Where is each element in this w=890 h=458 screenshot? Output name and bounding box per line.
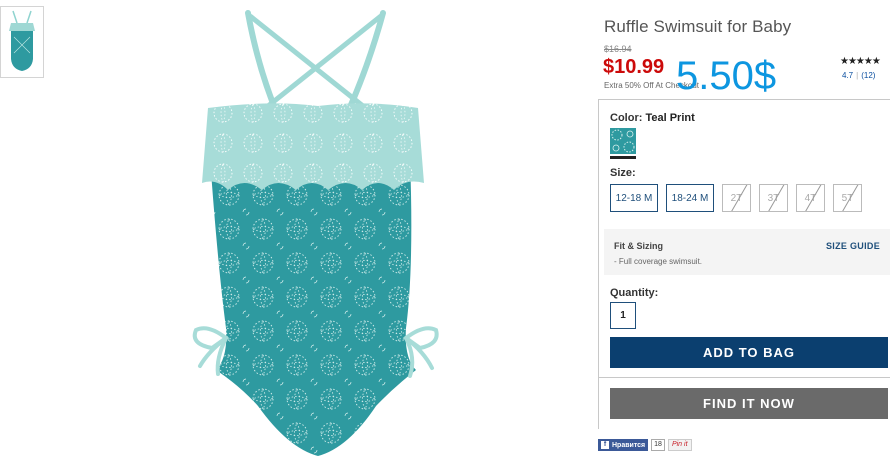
add-to-bag-button[interactable]: ADD TO BAG [610, 337, 888, 368]
social-share-bar: f Нравится 18 Pin it [598, 439, 692, 451]
swimsuit-thumbnail-icon [9, 10, 35, 71]
color-swatch-teal-print[interactable] [610, 128, 636, 154]
size-guide-link[interactable]: SIZE GUIDE [826, 241, 880, 251]
original-price: $16.94 [604, 44, 632, 54]
size-option-18-24m[interactable]: 18-24 M [666, 184, 714, 212]
size-option-5t[interactable]: 5T [833, 184, 862, 212]
selected-swatch-indicator [610, 156, 636, 159]
product-image [192, 10, 439, 456]
size-label: Size: [610, 167, 636, 179]
facebook-like-label: Нравится [612, 441, 646, 449]
review-count[interactable]: (12) [861, 71, 875, 80]
overlay-price-annotation: 5.50$ [676, 54, 777, 98]
facebook-icon: f [601, 441, 609, 449]
swatch-pattern-icon [610, 128, 636, 154]
quantity-label: Quantity: [610, 287, 659, 299]
thumbnail-image[interactable] [0, 6, 44, 78]
pinterest-pin-button[interactable]: Pin it [667, 439, 692, 451]
fit-sizing-box [604, 229, 890, 275]
color-label: Color: Teal Print [610, 112, 695, 124]
sale-price: $10.99 [603, 56, 665, 78]
product-title: Ruffle Swimsuit for Baby [604, 17, 792, 36]
rating-score: 4.7 [842, 71, 854, 80]
facebook-like-count: 18 [651, 439, 665, 451]
fit-sizing-title: Fit & Sizing [614, 241, 663, 251]
color-label-text: Color: [610, 112, 643, 124]
panel-divider [598, 377, 890, 378]
size-option-12-18m[interactable]: 12-18 M [610, 184, 658, 212]
quantity-input[interactable] [610, 302, 636, 329]
fit-sizing-description: - Full coverage swimsuit. [614, 257, 703, 266]
facebook-like-button[interactable]: f Нравится [598, 439, 649, 451]
color-value: Teal Print [645, 112, 695, 124]
rating-meta[interactable]: 4.7 | (12) [842, 71, 875, 80]
size-option-2t[interactable]: 2T [722, 184, 751, 212]
find-it-now-button[interactable]: FIND IT NOW [610, 388, 888, 419]
rating-stars-icon[interactable]: ★★★★★ [840, 56, 881, 67]
rating-separator: | [856, 71, 859, 80]
size-option-4t[interactable]: 4T [796, 184, 825, 212]
size-option-3t[interactable]: 3T [759, 184, 788, 212]
